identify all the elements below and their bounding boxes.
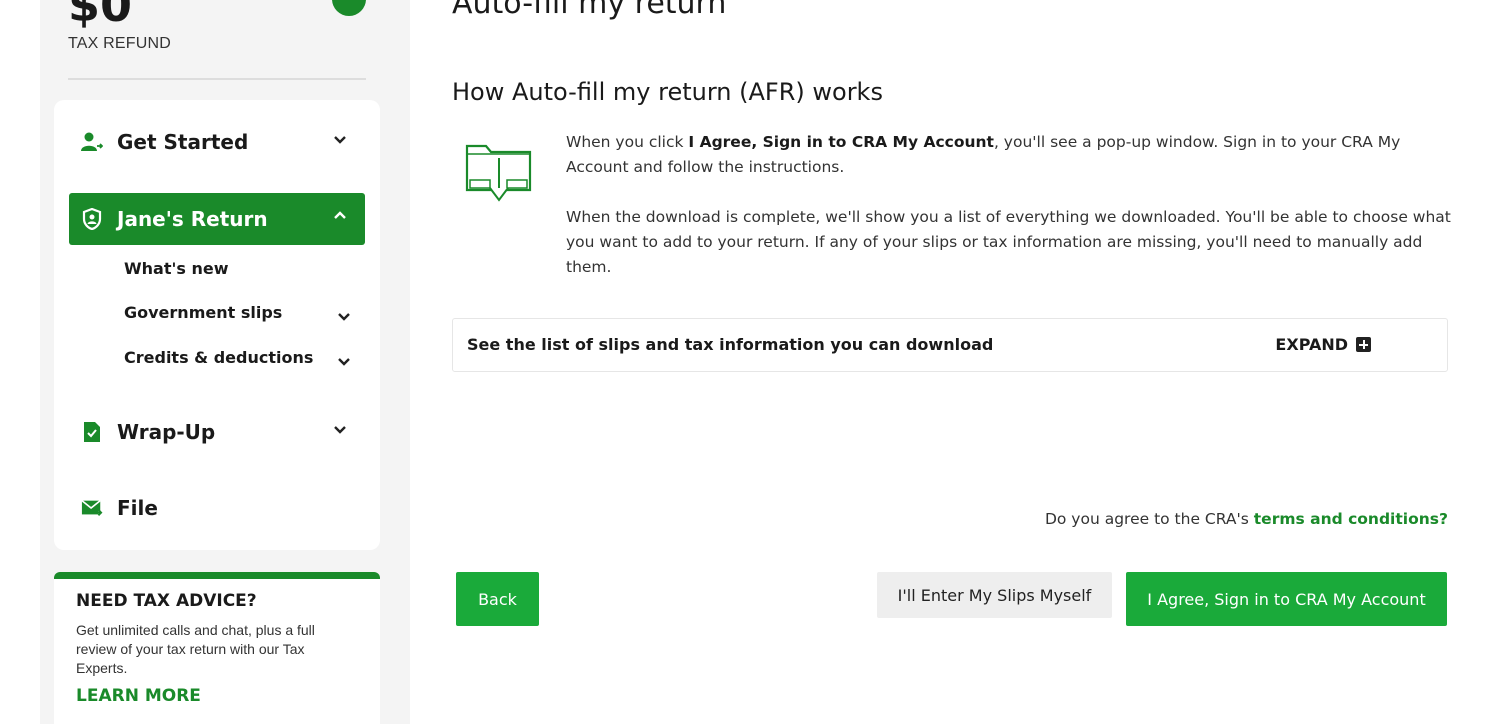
chevron-up-icon [334,211,346,219]
slips-list-expander[interactable]: See the list of slips and tax informatio… [452,318,1448,372]
nav-item-janes-return[interactable]: Jane's Return [69,193,365,245]
nav-item-wrap-up[interactable]: Wrap-Up [69,406,365,458]
terms-link[interactable]: terms and conditions? [1254,510,1448,528]
nav-label-file: File [117,496,158,520]
sub-item-whats-new[interactable]: What's new [124,259,229,278]
terms-question: Do you agree to the CRA's terms and cond… [1045,510,1448,528]
learn-more-link[interactable]: LEARN MORE [76,686,358,706]
tax-advice-card: NEED TAX ADVICE? Get unlimited calls and… [54,572,380,724]
advice-title: NEED TAX ADVICE? [76,591,257,611]
plus-box-icon [1356,337,1371,352]
sub-item-government-slips[interactable]: Government slips [124,303,282,322]
expand-button-label: EXPAND [1275,335,1348,354]
instructions-paragraph-1: When you click I Agree, Sign in to CRA M… [566,130,1452,180]
document-check-icon [81,421,103,443]
shield-icon [81,208,103,230]
mail-send-icon [81,497,103,519]
page-title: Auto-fill my return [452,0,727,21]
refund-amount: $0 [68,0,133,32]
nav-label-janes-return: Jane's Return [117,207,268,231]
agree-sign-in-button[interactable]: I Agree, Sign in to CRA My Account [1126,572,1447,626]
nav-label-get-started: Get Started [117,130,249,154]
sub-item-credits-deductions[interactable]: Credits & deductions [124,348,313,367]
expand-button[interactable]: EXPAND [1275,335,1371,354]
nav-label-wrap-up: Wrap-Up [117,420,216,444]
section-title: How Auto-fill my return (AFR) works [452,78,883,106]
nav-item-get-started[interactable]: Get Started [69,116,365,168]
para1-prefix: When you click [566,133,689,151]
nav-card: Get Started Jane's Return What's new Gov… [54,100,380,550]
terms-prefix: Do you agree to the CRA's [1044,510,1254,528]
chevron-down-icon [334,426,346,434]
chevron-down-icon[interactable] [336,308,352,324]
download-folder-icon [465,144,532,202]
sidebar: $0 TAX REFUND Get Started Jane's Return … [40,0,410,724]
chevron-down-icon[interactable] [336,353,352,369]
refund-label: TAX REFUND [68,35,172,52]
enter-slips-myself-button[interactable]: I'll Enter My Slips Myself [877,572,1112,618]
refund-status-icon [332,0,366,16]
instructions-paragraph-2: When the download is complete, we'll sho… [566,208,1451,276]
advice-text: Get unlimited calls and chat, plus a ful… [76,622,315,676]
back-button[interactable]: Back [456,572,539,626]
user-add-icon [81,131,103,153]
para1-bold: I Agree, Sign in to CRA My Account [688,133,994,151]
nav-item-file[interactable]: File [69,482,365,534]
divider [68,78,366,80]
main-content: Auto-fill my return How Auto-fill my ret… [410,0,1493,724]
expander-label: See the list of slips and tax informatio… [467,335,994,354]
chevron-down-icon [334,136,346,144]
